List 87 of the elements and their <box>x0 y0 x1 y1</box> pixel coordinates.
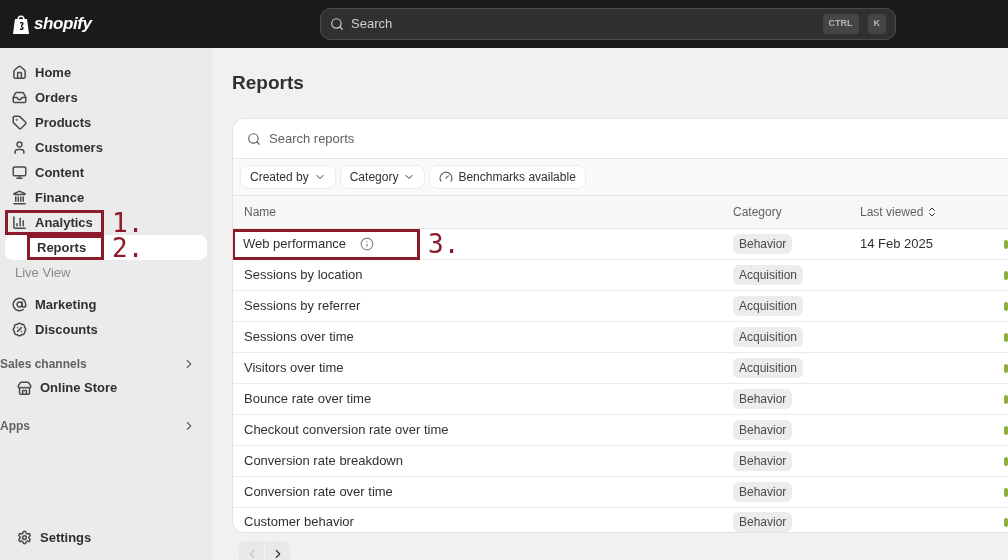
logo-text: shopify <box>34 13 92 36</box>
filter-button[interactable]: Benchmarks available <box>429 165 586 189</box>
at-sign-icon <box>12 297 27 312</box>
status-icon <box>1004 301 1008 311</box>
search-placeholder: Search <box>351 15 394 34</box>
table-row[interactable]: Visitors over time Acquisition <box>233 353 1008 384</box>
store-icon <box>17 380 32 396</box>
category-tag: Behavior <box>733 451 793 471</box>
table-row[interactable]: Conversion rate breakdown Behavior <box>233 446 1008 477</box>
percent-badge-icon <box>12 322 27 337</box>
nav-item[interactable]: Online Store <box>5 375 207 401</box>
nav-item[interactable]: Discounts <box>0 317 212 342</box>
settings-item[interactable]: Settings <box>0 525 212 550</box>
table-row[interactable]: Sessions by referrer Acquisition <box>233 291 1008 322</box>
status-icon <box>1004 517 1008 527</box>
report-name: Conversion rate over time <box>244 483 393 502</box>
search-icon <box>247 131 261 146</box>
annotation-number: 3. <box>428 231 460 257</box>
home-icon <box>12 65 27 80</box>
table-row[interactable]: Sessions over time Acquisition <box>233 322 1008 353</box>
report-name: Bounce rate over time <box>244 390 372 409</box>
person-icon <box>12 140 27 155</box>
status-icon <box>1004 239 1008 249</box>
section-header[interactable]: Sales channels <box>0 353 212 375</box>
shortcut-key: CTRL <box>822 14 859 34</box>
column-header: Category <box>733 204 783 221</box>
table-row[interactable]: Sessions by location Acquisition <box>233 260 1008 291</box>
status-icon <box>1004 425 1008 435</box>
table-row[interactable]: Web performance 3. Behavior 14 Feb 2025 <box>233 229 1008 260</box>
table-row[interactable]: Conversion rate over time Behavior <box>233 477 1008 508</box>
tag-icon <box>12 115 27 130</box>
shopping-bag-icon <box>12 13 30 35</box>
category-tag: Acquisition <box>733 265 804 285</box>
category-tag: Acquisition <box>733 358 804 378</box>
category-tag: Acquisition <box>733 296 804 316</box>
nav-item[interactable]: Customers <box>0 135 212 160</box>
table-row[interactable]: Checkout conversion rate over time Behavior <box>233 415 1008 446</box>
nav-item[interactable]: Analytics <box>5 210 104 235</box>
next-page-button[interactable] <box>265 541 290 560</box>
annotation-number: 2. <box>112 234 144 261</box>
report-name: Sessions by referrer <box>244 297 361 316</box>
info-icon <box>360 237 375 251</box>
report-name: Checkout conversion rate over time <box>244 421 449 440</box>
page-title: Reports <box>232 71 305 95</box>
status-icon <box>1004 456 1008 466</box>
category-tag: Behavior <box>733 234 793 254</box>
category-tag: Acquisition <box>733 327 804 347</box>
column-header[interactable]: Last viewed <box>860 203 1008 221</box>
status-icon <box>1004 487 1008 497</box>
report-name: Visitors over time <box>244 359 344 378</box>
status-icon <box>1004 270 1008 280</box>
search-icon <box>330 17 344 31</box>
inbox-icon <box>12 90 27 105</box>
bar-chart-icon <box>12 215 27 230</box>
report-name: Web performance <box>243 235 347 254</box>
nav-item[interactable]: Marketing <box>0 292 212 317</box>
category-tag: Behavior <box>733 420 793 440</box>
column-header: Name <box>243 204 277 221</box>
nav-subitem[interactable]: Reports <box>27 235 104 260</box>
bank-icon <box>12 190 27 205</box>
search-field[interactable]: Search CTRL K <box>320 8 896 40</box>
nav-item[interactable]: Products <box>0 110 212 135</box>
settings-icon <box>17 530 32 545</box>
report-name: Sessions by location <box>244 266 363 285</box>
table-row[interactable]: Customer behavior Behavior <box>233 508 1008 532</box>
last-viewed-date: 14 Feb 2025 <box>860 236 933 252</box>
nav-item[interactable]: Home <box>0 60 212 85</box>
section-header[interactable]: Apps <box>0 415 212 437</box>
monitor-icon <box>12 165 27 180</box>
category-tag: Behavior <box>733 512 793 532</box>
category-tag: Behavior <box>733 389 793 409</box>
status-icon <box>1004 332 1008 342</box>
report-name: Customer behavior <box>244 513 354 532</box>
filter-button[interactable]: Created by <box>240 165 336 189</box>
nav-item[interactable]: Finance <box>0 185 212 210</box>
status-icon <box>1004 394 1008 404</box>
shortcut-key: K <box>867 14 886 34</box>
nav-item[interactable]: Orders <box>0 85 212 110</box>
report-name: Conversion rate breakdown <box>244 452 403 471</box>
annotation-number: 1. <box>112 209 144 236</box>
status-icon <box>1004 363 1008 373</box>
table-row[interactable]: Bounce rate over time Behavior <box>233 384 1008 415</box>
category-tag: Behavior <box>733 482 793 502</box>
gauge-icon <box>439 170 454 184</box>
nav-item[interactable]: Content <box>0 160 212 185</box>
filter-button[interactable]: Category <box>339 165 426 189</box>
report-name: Sessions over time <box>244 328 354 347</box>
